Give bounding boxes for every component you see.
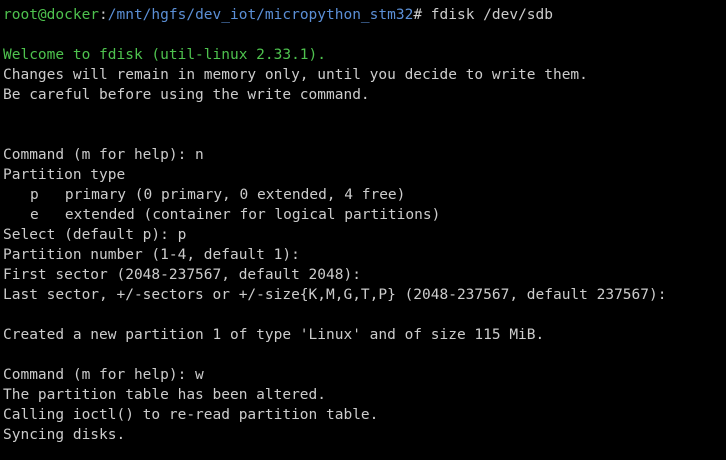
prompt-symbol: # xyxy=(413,7,423,23)
last-sector-line: Last sector, +/-sectors or +/-size{K,M,G… xyxy=(3,287,667,303)
first-sector-line: First sector (2048-237567, default 2048)… xyxy=(3,267,361,283)
option-primary-line: p primary (0 primary, 0 extended, 4 free… xyxy=(30,187,406,203)
created-partition-line: Created a new partition 1 of type 'Linux… xyxy=(3,327,545,343)
welcome-line: Welcome to fdisk (util-linux 2.33.1). xyxy=(3,47,327,63)
prompt-command: fdisk /dev/sdb xyxy=(422,7,553,23)
prompt-line: root@docker:/mnt/hgfs/dev_iot/micropytho… xyxy=(3,5,726,25)
command-line-n: Command (m for help): n xyxy=(3,147,204,163)
prompt-separator: : xyxy=(99,7,108,23)
changes-note-line: Changes will remain in memory only, unti… xyxy=(3,67,588,83)
option-extended-line: e extended (container for logical partit… xyxy=(30,207,441,223)
prompt-path: /mnt/hgfs/dev_iot/micropython_stm32 xyxy=(107,7,414,23)
table-altered-line: The partition table has been altered. xyxy=(3,387,327,403)
prompt-user-host: root@docker xyxy=(3,7,100,23)
terminal-window[interactable]: root@docker:/mnt/hgfs/dev_iot/micropytho… xyxy=(0,0,726,460)
careful-note-line: Be careful before using the write comman… xyxy=(3,87,370,103)
partition-type-line: Partition type xyxy=(3,167,126,183)
syncing-line: Syncing disks. xyxy=(3,427,126,443)
select-line: Select (default p): p xyxy=(3,227,187,243)
partition-number-line: Partition number (1-4, default 1): xyxy=(3,247,300,263)
command-line-w: Command (m for help): w xyxy=(3,367,204,383)
ioctl-line: Calling ioctl() to re-read partition tab… xyxy=(3,407,379,423)
